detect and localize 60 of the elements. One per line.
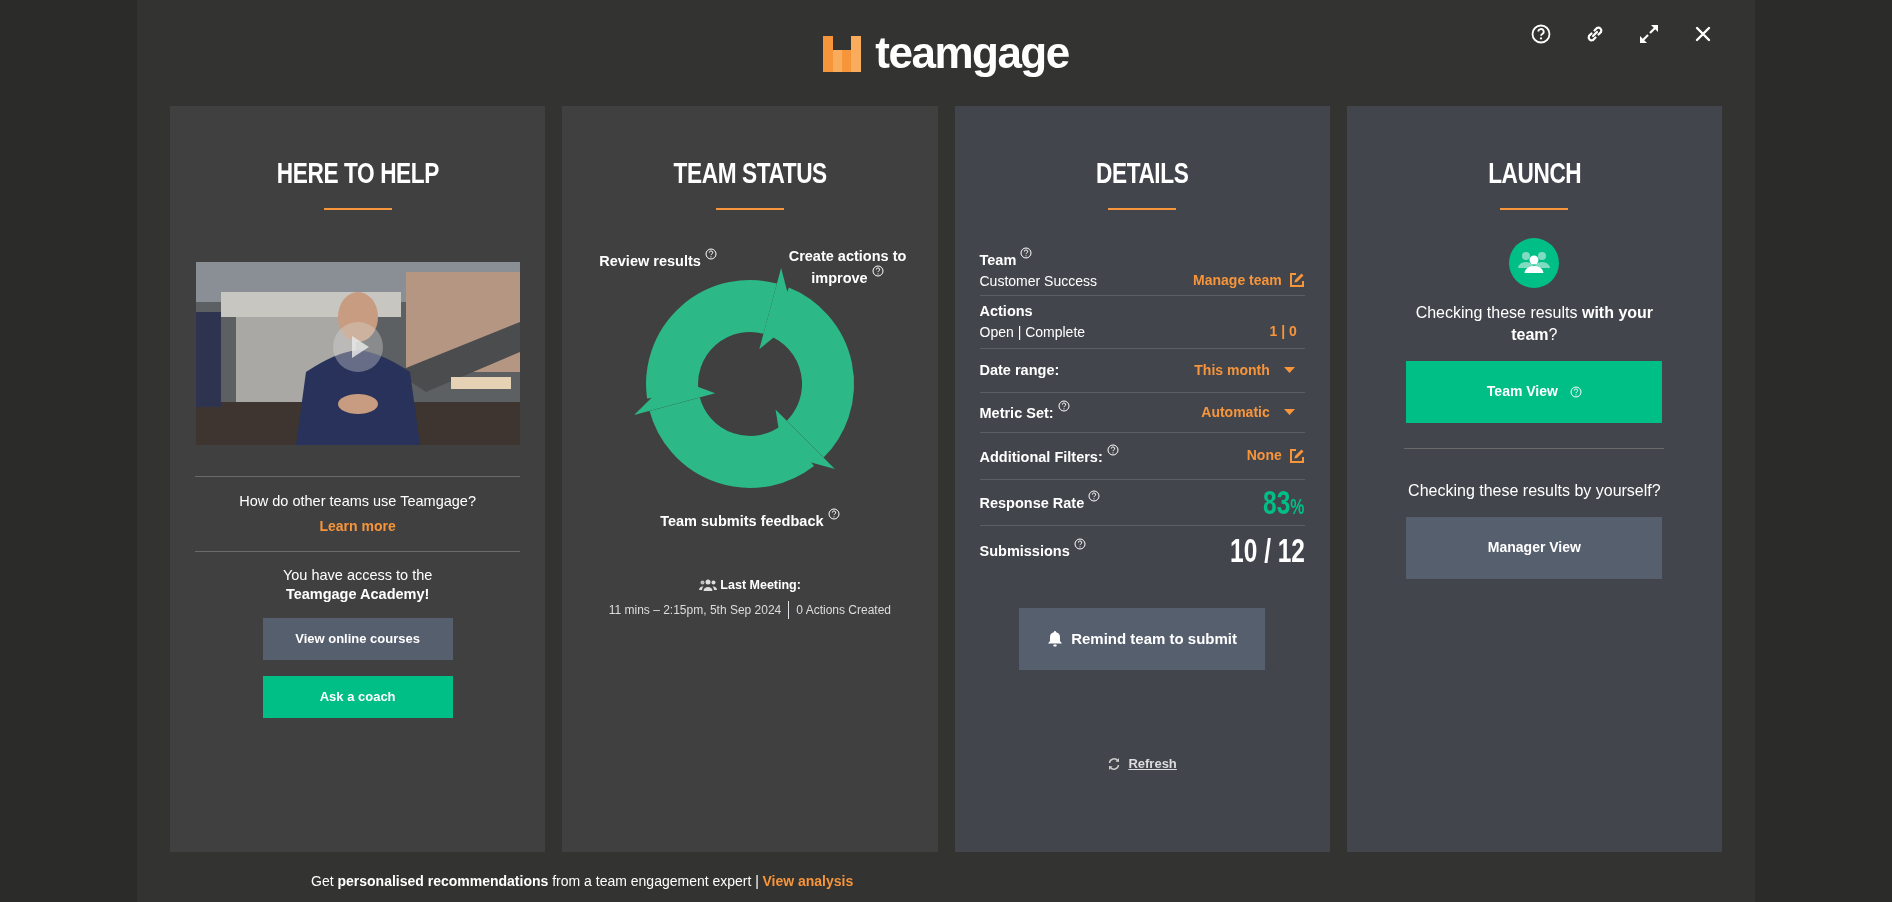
- meeting-time: 11 mins – 2:15pm, 5th Sep 2024: [608, 602, 782, 620]
- panel-title: HERE TO HELP: [276, 158, 439, 190]
- help-icon[interactable]: [1106, 443, 1119, 456]
- panel-title: DETAILS: [1095, 158, 1189, 190]
- field-label: Submissions: [979, 537, 1086, 563]
- learn-more-link[interactable]: Learn more: [319, 516, 396, 538]
- manager-view-button[interactable]: Manager View: [1406, 516, 1663, 579]
- prompt-text: Checking these results with your team?: [1414, 302, 1655, 346]
- help-icon[interactable]: [827, 508, 840, 521]
- field-label: Actions: [979, 301, 1034, 321]
- view-analysis-link[interactable]: View analysis: [762, 871, 854, 892]
- academy-text: You have access to the Teamgage Academy!: [281, 566, 434, 604]
- footer-text: Get personalised recommendations from a team engagement expert |: [311, 872, 759, 891]
- edit-link[interactable]: None: [1246, 445, 1305, 467]
- remind-button[interactable]: Remind team to submit: [1019, 607, 1266, 670]
- edit-link[interactable]: Manage team: [1193, 269, 1305, 291]
- help-icon[interactable]: [1073, 537, 1086, 550]
- step-label: Team submits feedback: [660, 508, 840, 530]
- prompt-text: Checking these results by yourself?: [1408, 480, 1661, 501]
- stat-value: 10 / 12: [1229, 532, 1305, 567]
- team-icon: [698, 578, 717, 591]
- caret-icon: [1283, 408, 1295, 416]
- help-icon[interactable]: [871, 264, 884, 277]
- refresh-icon: [1107, 756, 1122, 771]
- edit-icon: [1288, 447, 1305, 464]
- step-label: Review results: [599, 247, 717, 287]
- help-icon[interactable]: [1020, 246, 1033, 259]
- caret-icon: [1283, 366, 1295, 374]
- stat-value: 1 | 0: [1269, 322, 1297, 342]
- field-label: Additional Filters:: [979, 443, 1119, 469]
- field-label: Metric Set:: [979, 400, 1070, 425]
- help-icon[interactable]: [1088, 490, 1101, 503]
- step-label: Create actions to improve: [787, 247, 908, 287]
- help-icon[interactable]: [704, 247, 717, 260]
- field-value: Open | Complete: [979, 323, 1086, 343]
- expand-button[interactable]: [1637, 22, 1661, 46]
- logo-text: teamgage: [875, 31, 1069, 75]
- actions-created: 0 Actions Created: [788, 601, 891, 620]
- panel-title: LAUNCH: [1487, 158, 1581, 190]
- team-view-button[interactable]: Team View: [1406, 360, 1663, 423]
- meeting-label: Last Meeting:: [720, 576, 801, 594]
- question-text: How do other teams use Teamgage?: [239, 491, 476, 511]
- field-value: Customer Success: [979, 272, 1097, 292]
- dropdown-toggle[interactable]: Automatic: [1201, 401, 1295, 423]
- edit-icon: [1288, 272, 1305, 289]
- dropdown-toggle[interactable]: This month: [1194, 359, 1295, 381]
- logo-icon: [823, 34, 862, 72]
- help-icon[interactable]: [1057, 400, 1070, 413]
- courses-button[interactable]: View online courses: [262, 617, 453, 660]
- help-button[interactable]: [1529, 22, 1553, 46]
- coach-button[interactable]: Ask a coach: [262, 675, 453, 718]
- panel-title: TEAM STATUS: [673, 158, 827, 190]
- stat-value: 83%: [1263, 485, 1305, 520]
- field-label: Response Rate: [979, 490, 1101, 515]
- refresh-link[interactable]: Refresh: [1128, 753, 1177, 774]
- team-icon: [1509, 237, 1560, 288]
- field-label: Team: [979, 246, 1097, 272]
- play-button[interactable]: [332, 321, 383, 372]
- field-label: Date range:: [979, 360, 1060, 380]
- bell-icon: [1047, 630, 1064, 648]
